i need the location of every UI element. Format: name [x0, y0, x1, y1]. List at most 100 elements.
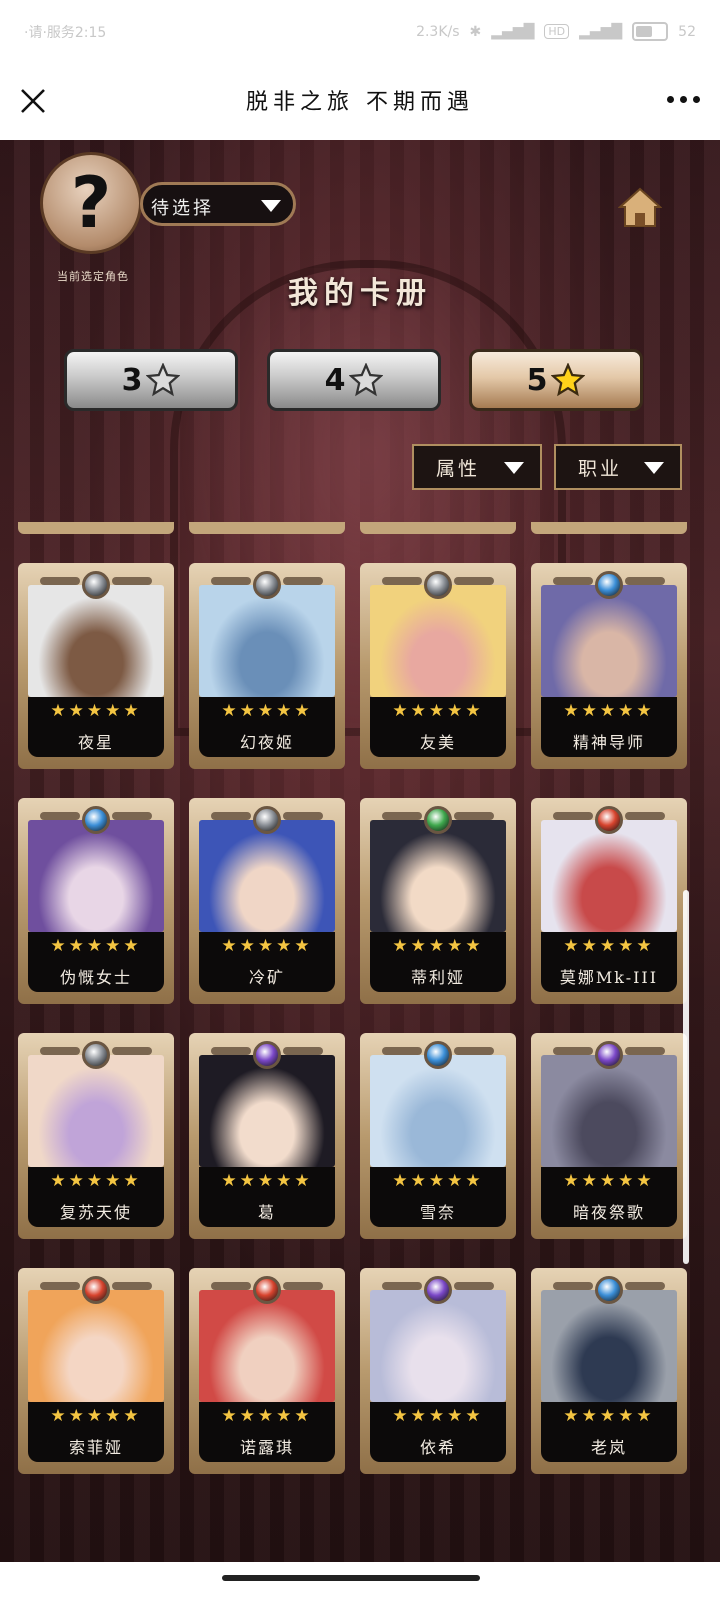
character-name: 雪奈: [419, 1203, 456, 1222]
character-portrait: [370, 1055, 506, 1167]
star-rating: ★★★★★: [221, 936, 313, 956]
character-card[interactable]: ★★★★★ 精神导师: [531, 563, 687, 769]
character-name: 复苏天使: [59, 1203, 132, 1222]
card-info-band: ★★★★★ 老岚: [541, 1402, 677, 1462]
element-gem-icon: [595, 1276, 623, 1304]
card-info-band: ★★★★★ 夜星: [28, 697, 164, 757]
card-frame-edge: [360, 522, 516, 534]
frame-ornament: [625, 1282, 665, 1290]
card-info-band: ★★★★★ 蒂利娅: [370, 932, 506, 992]
frame-ornament: [40, 1047, 80, 1055]
frame-ornament: [454, 577, 494, 585]
character-name: 诺露琪: [239, 1438, 294, 1457]
character-card[interactable]: ★★★★★ 暗夜祭歌: [531, 1033, 687, 1239]
frame-ornament: [283, 1047, 323, 1055]
character-name: 蒂利娅: [410, 968, 465, 987]
frame-ornament: [625, 1047, 665, 1055]
character-portrait: [370, 820, 506, 932]
character-portrait: [28, 1055, 164, 1167]
frame-ornament: [211, 812, 251, 820]
frame-ornament: [40, 1282, 80, 1290]
element-gem-icon: [253, 1276, 281, 1304]
character-name: 友美: [419, 733, 456, 752]
tab-4-star[interactable]: 4: [267, 349, 441, 411]
element-gem-icon: [253, 1041, 281, 1069]
frame-ornament: [40, 577, 80, 585]
status-bar: ·请·服务2:15 2.3K/s ✱ ▂▄▆█ HD ▂▄▆█ 52: [0, 0, 720, 60]
character-card[interactable]: ★★★★★ 依希: [360, 1268, 516, 1474]
star-rating: ★★★★★: [392, 1406, 484, 1426]
battery-icon: [632, 22, 669, 41]
frame-ornament: [553, 812, 593, 820]
frame-ornament: [112, 577, 152, 585]
star-rating: ★★★★★: [221, 701, 313, 721]
character-card[interactable]: ★★★★★ 莫娜Mk-III: [531, 798, 687, 1004]
character-portrait: [541, 820, 677, 932]
tab-4-star-label: 4: [324, 362, 346, 398]
star-rating: ★★★★★: [563, 701, 655, 721]
star-rating: ★★★★★: [221, 1406, 313, 1426]
character-select-dropdown[interactable]: 待选择: [140, 182, 296, 226]
character-card[interactable]: ★★★★★ 蒂利娅: [360, 798, 516, 1004]
page-title: 脱非之旅 不期而遇: [246, 90, 474, 115]
character-portrait: [541, 1290, 677, 1402]
home-indicator: [222, 1575, 480, 1581]
star-rating: ★★★★★: [563, 1406, 655, 1426]
character-name: 老岚: [590, 1438, 627, 1457]
character-card[interactable]: ★★★★★ 老岚: [531, 1268, 687, 1474]
star-rating: ★★★★★: [392, 1171, 484, 1191]
frame-ornament: [553, 1047, 593, 1055]
character-card[interactable]: ★★★★★ 复苏天使: [18, 1033, 174, 1239]
character-card[interactable]: ★★★★★ 幻夜姬: [189, 563, 345, 769]
character-name: 暗夜祭歌: [572, 1203, 645, 1222]
gesture-bar: [0, 1562, 720, 1600]
character-portrait: [199, 1055, 335, 1167]
character-name: 葛: [257, 1203, 276, 1222]
element-gem-icon: [82, 1041, 110, 1069]
frame-ornament: [283, 1282, 323, 1290]
character-card[interactable]: ★★★★★ 友美: [360, 563, 516, 769]
frame-ornament: [211, 1047, 251, 1055]
card-info-band: ★★★★★ 冷矿: [199, 932, 335, 992]
character-card[interactable]: ★★★★★ 葛: [189, 1033, 345, 1239]
card-frame-edge: [18, 522, 174, 534]
card-info-band: ★★★★★ 精神导师: [541, 697, 677, 757]
nav-bar: 脱非之旅 不期而遇: [0, 60, 720, 140]
character-card[interactable]: ★★★★★ 伪慨女士: [18, 798, 174, 1004]
frame-ornament: [283, 577, 323, 585]
chevron-down-icon: [261, 200, 281, 212]
element-gem-icon: [424, 571, 452, 599]
character-card[interactable]: ★★★★★ 索菲娅: [18, 1268, 174, 1474]
star-icon: [551, 363, 586, 397]
tab-5-star[interactable]: 5: [469, 349, 643, 411]
character-card[interactable]: ★★★★★ 冷矿: [189, 798, 345, 1004]
character-name: 幻夜姬: [239, 733, 294, 752]
attribute-filter-dropdown[interactable]: 属性: [412, 444, 542, 490]
character-card[interactable]: ★★★★★ 夜星: [18, 563, 174, 769]
chevron-down-icon: [644, 462, 664, 474]
star-rating: ★★★★★: [50, 936, 142, 956]
card-info-band: ★★★★★ 友美: [370, 697, 506, 757]
element-gem-icon: [424, 1041, 452, 1069]
tab-3-star-label: 3: [121, 362, 143, 398]
wifi-icon: ▂▄▆█: [579, 23, 623, 40]
home-icon[interactable]: [618, 186, 662, 230]
class-filter-label: 职业: [578, 458, 623, 480]
character-name: 精神导师: [572, 733, 645, 752]
tab-3-star[interactable]: 3: [64, 349, 238, 411]
avatar[interactable]: ?: [40, 152, 142, 254]
character-card[interactable]: ★★★★★ 雪奈: [360, 1033, 516, 1239]
element-gem-icon: [82, 571, 110, 599]
element-gem-icon: [595, 806, 623, 834]
frame-ornament: [40, 812, 80, 820]
scrollbar[interactable]: [683, 890, 689, 1264]
character-card[interactable]: ★★★★★ 诺露琪: [189, 1268, 345, 1474]
class-filter-dropdown[interactable]: 职业: [554, 444, 682, 490]
character-portrait: [370, 585, 506, 697]
battery-level: 52: [678, 23, 696, 40]
character-portrait: [370, 1290, 506, 1402]
frame-ornament: [454, 1047, 494, 1055]
element-gem-icon: [253, 571, 281, 599]
star-rating: ★★★★★: [221, 1171, 313, 1191]
more-icon[interactable]: [667, 96, 700, 103]
